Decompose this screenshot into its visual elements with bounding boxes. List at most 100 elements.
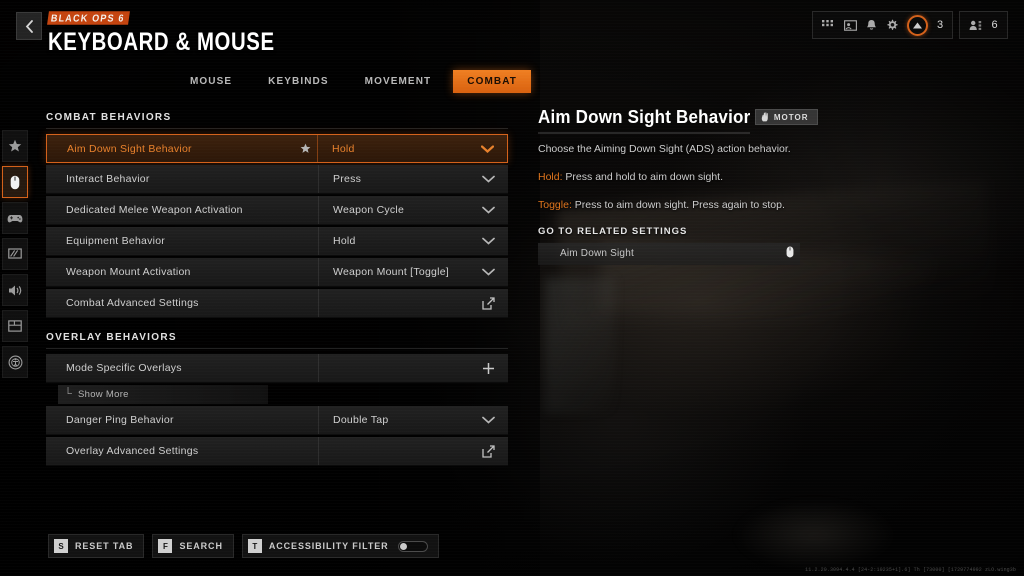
tab-bar: MOUSE KEYBINDS MOVEMENT COMBAT xyxy=(176,70,531,93)
chevron-down-icon[interactable] xyxy=(480,264,496,280)
info-hold-line: Hold: Press and hold to aim down sight. xyxy=(538,170,868,185)
setting-row-interact-behavior[interactable]: Interact Behavior Press xyxy=(46,165,508,194)
setting-row-equipment-behavior[interactable]: Equipment Behavior Hold xyxy=(46,227,508,256)
setting-row-aim-down-sight-behavior[interactable]: Aim Down Sight Behavior Hold xyxy=(46,134,508,163)
settings-list: COMBAT BEHAVIORS Aim Down Sight Behavior… xyxy=(46,112,508,468)
tab-combat[interactable]: COMBAT xyxy=(453,70,531,93)
prestige-count: 3 xyxy=(936,19,944,31)
setting-label: Dedicated Melee Weapon Activation xyxy=(66,204,243,216)
hold-text: Press and hold to aim down sight. xyxy=(562,171,724,184)
interface-icon xyxy=(8,320,22,332)
chevron-down-icon[interactable] xyxy=(480,233,496,249)
mouse-icon xyxy=(786,245,794,263)
setting-label: Mode Specific Overlays xyxy=(66,362,182,374)
reset-tab-label: RESET TAB xyxy=(75,541,134,551)
branch-icon: └ xyxy=(64,387,72,400)
status-group-social: 6 xyxy=(959,11,1008,39)
accessibility-filter-label: ACCESSIBILITY FILTER xyxy=(268,541,389,551)
mouse-icon xyxy=(10,175,20,189)
setting-label: Interact Behavior xyxy=(66,173,150,185)
social-count: 6 xyxy=(991,19,998,31)
info-panel-title: Aim Down Sight Behavior xyxy=(538,107,751,134)
key-hint-t: T xyxy=(247,539,262,553)
chevron-down-icon[interactable] xyxy=(480,171,496,187)
rail-item-interface[interactable] xyxy=(2,310,28,342)
motor-accessibility-badge: MOTOR xyxy=(754,109,818,125)
plus-icon[interactable] xyxy=(480,360,496,376)
key-hint-f: F xyxy=(158,539,173,553)
accessibility-icon xyxy=(8,355,22,369)
hold-keyword: Hold: xyxy=(538,171,563,184)
gear-icon[interactable] xyxy=(886,19,898,31)
section-header-overlay: OVERLAY BEHAVIORS xyxy=(46,332,508,349)
setting-row-weapon-mount-activation[interactable]: Weapon Mount Activation Weapon Mount [To… xyxy=(46,258,508,287)
build-info: 11.2.20.3094.4.4 [24-2:10235+1].6] Th [7… xyxy=(805,567,1016,573)
rail-item-controller[interactable] xyxy=(2,202,28,234)
setting-label: Overlay Advanced Settings xyxy=(66,445,199,457)
setting-row-combat-advanced-settings[interactable]: Combat Advanced Settings xyxy=(46,289,508,318)
section-header-combat: COMBAT BEHAVIORS xyxy=(46,112,508,129)
setting-label: Combat Advanced Settings xyxy=(66,297,199,309)
info-panel: Aim Down Sight Behavior MOTOR Choose the… xyxy=(538,100,868,265)
status-bar: 3 6 xyxy=(811,11,1008,39)
star-icon xyxy=(8,139,22,152)
related-setting-label: Aim Down Sight xyxy=(560,248,634,260)
setting-row-dedicated-melee-weapon-activation[interactable]: Dedicated Melee Weapon Activation Weapon… xyxy=(46,196,508,225)
toggle-knob xyxy=(399,542,407,550)
setting-row-mode-specific-overlays[interactable]: Mode Specific Overlays xyxy=(46,354,508,383)
back-button[interactable] xyxy=(16,12,42,40)
info-toggle-line: Toggle: Press to aim down sight. Press a… xyxy=(538,198,868,213)
setting-row-danger-ping-behavior[interactable]: Danger Ping Behavior Double Tap xyxy=(46,406,508,435)
setting-label: Weapon Mount Activation xyxy=(66,266,191,278)
title-block: BLACK OPS 6 KEYBOARD & MOUSE xyxy=(47,8,282,56)
search-label: SEARCH xyxy=(179,541,223,551)
accessibility-filter-button[interactable]: T ACCESSIBILITY FILTER xyxy=(241,534,439,558)
accessibility-filter-toggle[interactable] xyxy=(397,540,428,552)
show-more-label: Show More xyxy=(78,389,129,400)
setting-label: Aim Down Sight Behavior xyxy=(67,142,192,155)
friends-icon[interactable] xyxy=(969,20,982,31)
setting-label: Danger Ping Behavior xyxy=(66,414,174,426)
apps-grid-icon[interactable] xyxy=(821,20,835,30)
prestige-triangle-icon[interactable] xyxy=(906,14,928,36)
related-setting-aim-down-sight[interactable]: Aim Down Sight xyxy=(538,242,800,265)
bell-icon[interactable] xyxy=(866,19,877,31)
settings-screen: BLACK OPS 6 KEYBOARD & MOUSE 3 6 MOUSE K… xyxy=(0,0,1024,576)
favorite-star-icon[interactable] xyxy=(293,143,317,154)
reset-tab-button[interactable]: S RESET TAB xyxy=(48,534,145,558)
rail-item-graphics[interactable] xyxy=(2,238,28,270)
rail-item-accessibility[interactable] xyxy=(2,346,28,378)
rail-item-audio[interactable] xyxy=(2,274,28,306)
card-icon[interactable] xyxy=(843,19,857,31)
tab-movement[interactable]: MOVEMENT xyxy=(351,70,446,93)
search-button[interactable]: F SEARCH xyxy=(152,534,234,558)
badge-label: MOTOR xyxy=(773,112,809,122)
chevron-down-icon[interactable] xyxy=(480,412,496,428)
rail-item-favorites[interactable] xyxy=(2,130,28,162)
speaker-icon xyxy=(8,285,21,295)
related-settings-heading: GO TO RELATED SETTINGS xyxy=(538,225,688,237)
bottom-action-bar: S RESET TAB F SEARCH T ACCESSIBILITY FIL… xyxy=(48,534,439,558)
info-description: Choose the Aiming Down Sight (ADS) actio… xyxy=(538,143,791,155)
status-group-main: 3 xyxy=(811,11,954,39)
toggle-text: Press to aim down sight. Press again to … xyxy=(571,199,785,212)
setting-label: Equipment Behavior xyxy=(66,235,166,247)
gamepad-icon xyxy=(7,214,23,222)
display-icon xyxy=(8,248,22,259)
page-title: KEYBOARD & MOUSE xyxy=(48,29,275,57)
header: BLACK OPS 6 KEYBOARD & MOUSE 3 6 xyxy=(0,0,1024,56)
show-more-row[interactable]: └ Show More xyxy=(58,385,268,404)
chevron-down-icon[interactable] xyxy=(479,141,495,157)
rail-item-keyboard-mouse[interactable] xyxy=(2,166,28,198)
setting-row-overlay-advanced-settings[interactable]: Overlay Advanced Settings xyxy=(46,437,508,466)
external-link-icon[interactable] xyxy=(480,295,496,311)
motor-accessibility-icon xyxy=(761,112,768,122)
category-rail xyxy=(2,130,28,378)
toggle-keyword: Toggle: xyxy=(538,199,572,212)
chevron-down-icon[interactable] xyxy=(480,202,496,218)
tab-mouse[interactable]: MOUSE xyxy=(176,70,246,93)
tab-keybinds[interactable]: KEYBINDS xyxy=(254,70,342,93)
franchise-logo: BLACK OPS 6 xyxy=(47,11,130,25)
chevron-left-icon xyxy=(25,19,33,33)
external-link-icon[interactable] xyxy=(480,443,496,459)
